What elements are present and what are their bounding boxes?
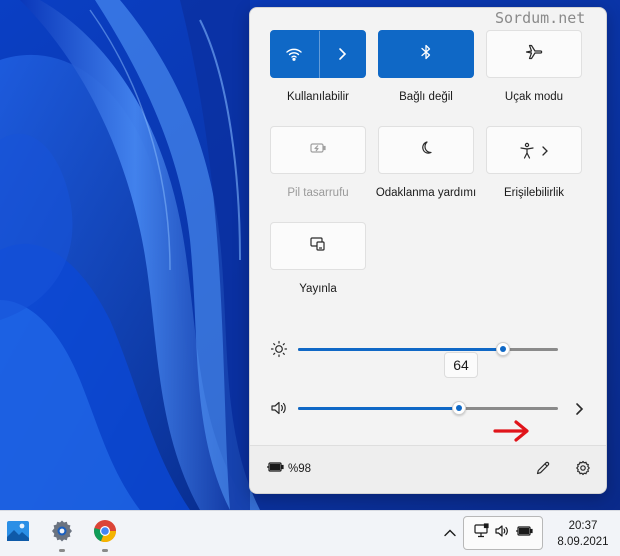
quick-settings-tray-button[interactable]: [463, 516, 543, 550]
quick-settings-footer: %98: [250, 445, 606, 493]
gear-icon: [575, 460, 591, 481]
clock-time: 20:37: [568, 520, 598, 532]
focus-assist-toggle[interactable]: [378, 126, 474, 174]
battery-icon: [515, 524, 533, 543]
network-icon: [473, 522, 489, 544]
accessibility-icon: [519, 142, 535, 165]
red-arrow-annotation-icon: [492, 418, 532, 449]
speaker-icon: [494, 523, 510, 544]
brightness-slider-thumb[interactable]: [495, 342, 510, 356]
speaker-icon[interactable]: [270, 399, 288, 422]
wifi-label: Kullanılabilir: [286, 91, 349, 103]
brightness-value-tooltip: 64: [444, 352, 478, 378]
battery-saver-icon: [309, 141, 327, 159]
volume-slider-row: [270, 396, 590, 420]
brightness-slider-row: [270, 337, 590, 361]
battery-plug-icon: [266, 461, 284, 476]
moon-icon: [418, 140, 434, 161]
accessibility-label: Erişilebilirlik: [503, 187, 565, 199]
photos-app-button[interactable]: [4, 519, 32, 547]
photos-icon: [6, 520, 30, 547]
volume-slider[interactable]: [298, 407, 558, 410]
wifi-icon: [285, 46, 303, 67]
focus-assist-label: Odaklanma yardımı: [375, 187, 477, 199]
bluetooth-toggle[interactable]: [378, 30, 474, 78]
settings-app-button[interactable]: [48, 519, 76, 547]
taskbar-clock[interactable]: 20:37 8.09.2021: [548, 518, 618, 550]
battery-percentage: %98: [288, 462, 312, 475]
airplane-mode-toggle[interactable]: [486, 30, 582, 78]
site-watermark: Sordum.net: [495, 9, 586, 27]
cast-toggle[interactable]: [270, 222, 366, 270]
audio-output-chevron-icon[interactable]: [574, 402, 584, 421]
bluetooth-label: Bağlı değil: [399, 91, 453, 103]
show-hidden-icons-chevron-icon[interactable]: [443, 525, 457, 543]
volume-slider-thumb[interactable]: [452, 401, 467, 415]
battery-status[interactable]: %98: [266, 461, 311, 476]
quick-settings-panel: Kullanılabilir Bağlı değil Uçak modu Pil…: [249, 7, 607, 494]
bluetooth-icon: [420, 44, 432, 65]
battery-saver-label: Pil tasarrufu: [287, 187, 349, 199]
brightness-slider[interactable]: [298, 348, 558, 351]
taskbar: 20:37 8.09.2021: [0, 510, 620, 556]
edit-quick-settings-button[interactable]: [532, 459, 554, 481]
settings-icon: [50, 519, 74, 548]
accessibility-toggle[interactable]: [486, 126, 582, 174]
open-settings-button[interactable]: [572, 459, 594, 481]
wifi-tile-divider: [319, 31, 320, 79]
volume-slider-fill: [298, 407, 460, 410]
chrome-app-button[interactable]: [91, 519, 119, 547]
wifi-toggle[interactable]: [270, 30, 366, 79]
accessibility-chevron-icon: [541, 144, 549, 162]
cast-label: Yayınla: [299, 283, 337, 295]
clock-date: 8.09.2021: [557, 536, 609, 548]
settings-running-indicator: [59, 549, 65, 552]
airplane-mode-label: Uçak modu: [504, 91, 564, 103]
airplane-icon: [525, 44, 543, 65]
wifi-expand-chevron-icon[interactable]: [337, 47, 347, 66]
pencil-icon: [535, 460, 551, 481]
battery-saver-toggle[interactable]: [270, 126, 366, 174]
brightness-slider-fill: [298, 348, 503, 351]
chrome-icon: [93, 519, 117, 548]
cast-icon: [309, 236, 327, 257]
chrome-running-indicator: [102, 549, 108, 552]
brightness-icon: [270, 340, 288, 363]
